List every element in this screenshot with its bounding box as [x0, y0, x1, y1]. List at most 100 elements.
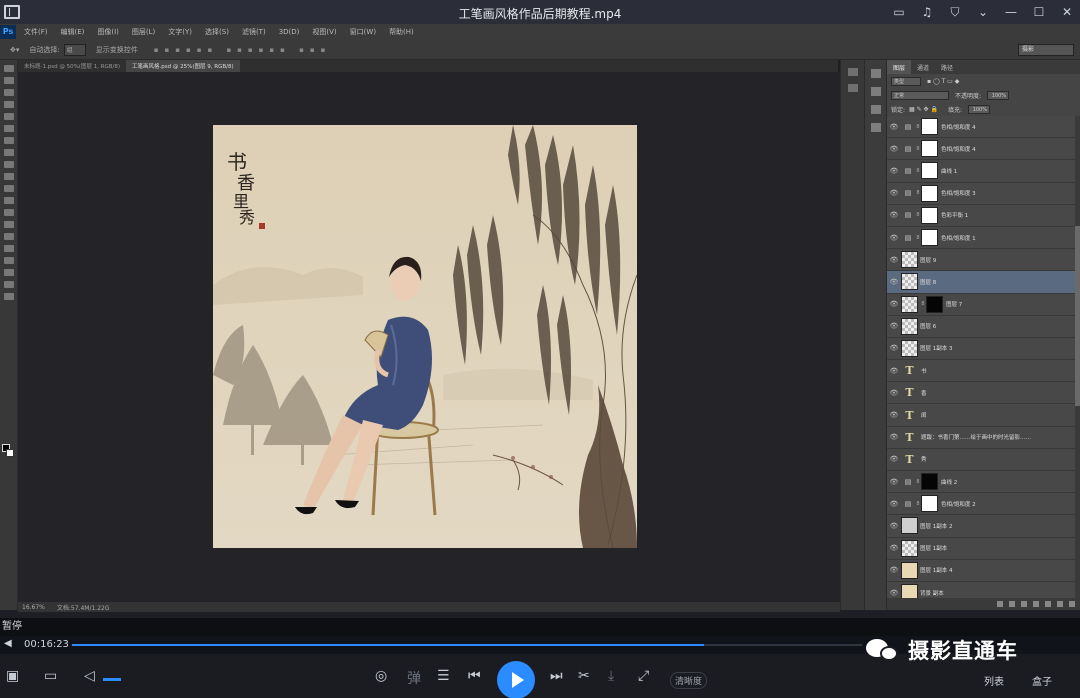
- layer-row[interactable]: 👁 图层 1副本 4: [887, 559, 1080, 582]
- layer-row[interactable]: 👁 ▤ 8 色相/饱和度 2: [887, 493, 1080, 516]
- filter-icons[interactable]: ▪ ◯ T ▭ ◆: [927, 78, 959, 85]
- layer-mask-thumbnail[interactable]: [921, 495, 938, 513]
- visibility-eye-icon[interactable]: 👁: [887, 367, 901, 375]
- layer-mask-thumbnail[interactable]: [921, 162, 938, 180]
- 3d-icon[interactable]: ◎: [375, 668, 387, 684]
- document-tab[interactable]: 未标题-1.psd @ 50%(图层 1, RGB/8): [18, 60, 126, 72]
- crop-tool-icon[interactable]: [3, 113, 14, 120]
- layer-row[interactable]: 👁 ▤ 8 色相/饱和度 1: [887, 226, 1080, 250]
- visibility-eye-icon[interactable]: 👁: [887, 478, 901, 486]
- trash-icon[interactable]: [1069, 601, 1075, 607]
- layer-thumbnail[interactable]: [901, 317, 918, 335]
- layer-row[interactable]: 👁 ▤ 8 色相/饱和度 4: [887, 138, 1080, 161]
- canvas-area[interactable]: 书 香 里 秀: [18, 72, 840, 602]
- visibility-eye-icon[interactable]: 👁: [887, 500, 901, 508]
- feedback-icon[interactable]: ▭: [890, 3, 908, 21]
- layer-row[interactable]: 👁 ▤ 8 色相/饱和度 4: [887, 116, 1080, 139]
- shape-tool-icon[interactable]: [3, 269, 14, 276]
- settings-sliders-icon[interactable]: ☰: [437, 668, 450, 684]
- new-adjustment-icon[interactable]: [1033, 601, 1039, 607]
- layer-row[interactable]: 👁 图层 1副本 3: [887, 337, 1080, 361]
- lasso-tool-icon[interactable]: [3, 89, 14, 96]
- healing-tool-icon[interactable]: [3, 137, 14, 144]
- layer-row[interactable]: 👁 图层 8: [887, 271, 1080, 294]
- menu-3d[interactable]: 3D(D): [279, 28, 300, 36]
- layer-row[interactable]: 👁 T 书: [887, 360, 1080, 383]
- visibility-eye-icon[interactable]: 👁: [887, 145, 901, 153]
- workspace-dropdown[interactable]: 摄影: [1018, 44, 1074, 56]
- bell-icon[interactable]: ♫: [918, 3, 936, 21]
- layer-thumbnail[interactable]: [901, 339, 918, 357]
- menu-select[interactable]: 选择(S): [205, 27, 229, 37]
- maximize-icon[interactable]: ☐: [1030, 3, 1048, 21]
- layer-filter-dropdown[interactable]: 类型: [891, 76, 921, 86]
- visibility-eye-icon[interactable]: 👁: [887, 123, 901, 131]
- layer-thumbnail[interactable]: [901, 251, 918, 269]
- visibility-eye-icon[interactable]: 👁: [887, 455, 901, 463]
- layers-scrollbar-thumb[interactable]: [1075, 226, 1080, 406]
- menu-filter[interactable]: 滤镜(T): [242, 27, 266, 37]
- layer-thumbnail[interactable]: [901, 561, 918, 579]
- scissors-icon[interactable]: ✂: [578, 668, 590, 684]
- link-layers-icon[interactable]: [997, 601, 1003, 607]
- opacity-input[interactable]: 100%: [987, 90, 1010, 100]
- menu-type[interactable]: 文字(Y): [168, 27, 192, 37]
- layer-row[interactable]: 👁 ▤ 8 色彩平衡 1: [887, 204, 1080, 227]
- add-mask-icon[interactable]: [1021, 601, 1027, 607]
- adjustments-panel-icon[interactable]: [870, 87, 881, 96]
- menu-window[interactable]: 窗口(W): [350, 27, 376, 37]
- visibility-eye-icon[interactable]: 👁: [887, 344, 901, 352]
- rewind-icon[interactable]: ◀: [4, 638, 12, 649]
- align-buttons[interactable]: ▪▪▪▪▪▪ ▪▪▪▪▪▪ ▪▪▪: [154, 46, 332, 54]
- new-group-icon[interactable]: [1045, 601, 1051, 607]
- visibility-eye-icon[interactable]: 👁: [887, 544, 901, 552]
- properties-panel-icon[interactable]: [847, 84, 858, 92]
- menu-layer[interactable]: 图层(L): [132, 27, 155, 37]
- visibility-eye-icon[interactable]: 👁: [887, 256, 901, 264]
- layer-row[interactable]: 👁 ▤ 8 曲线 1: [887, 160, 1080, 183]
- path-select-tool-icon[interactable]: [3, 257, 14, 264]
- pen-tool-icon[interactable]: [3, 233, 14, 240]
- layers-scrollbar[interactable]: [1075, 116, 1080, 598]
- move-tool-icon[interactable]: ✥▾: [10, 46, 19, 54]
- layer-row[interactable]: 👁 T 香: [887, 382, 1080, 405]
- layer-row[interactable]: 👁 T 闺: [887, 404, 1080, 427]
- next-icon[interactable]: ⏭: [550, 668, 563, 684]
- show-transform-checkbox[interactable]: 显示变换控件: [96, 45, 138, 55]
- document-tab-active[interactable]: 工笔画风格.psd @ 25%(图层 9, RGB/8): [126, 60, 240, 72]
- menu-edit[interactable]: 编辑(E): [61, 27, 85, 37]
- download-icon[interactable]: ⤓: [608, 668, 614, 684]
- layer-row[interactable]: 👁 T 秀: [887, 448, 1080, 471]
- minimize-icon[interactable]: —: [1002, 3, 1020, 21]
- layer-thumbnail[interactable]: [901, 295, 918, 313]
- open-folder-icon[interactable]: ▭: [44, 668, 57, 684]
- visibility-eye-icon[interactable]: 👁: [887, 433, 901, 441]
- layer-row[interactable]: 👁 背景 副本: [887, 581, 1080, 598]
- layer-row[interactable]: 👁 图层 1副本 2: [887, 515, 1080, 538]
- blend-mode-dropdown[interactable]: 正常: [891, 90, 949, 100]
- brush-tool-icon[interactable]: [3, 149, 14, 156]
- visibility-eye-icon[interactable]: 👁: [887, 389, 901, 397]
- layer-row[interactable]: 👁 ▤ 8 曲线 2: [887, 471, 1080, 494]
- marquee-tool-icon[interactable]: [3, 77, 14, 84]
- fill-input[interactable]: 100%: [967, 104, 990, 114]
- playlist-button[interactable]: 列表: [984, 673, 1004, 688]
- layer-mask-thumbnail[interactable]: [926, 295, 943, 313]
- menu-image[interactable]: 图像(I): [97, 27, 119, 37]
- tab-paths[interactable]: 路径: [935, 60, 959, 74]
- dodge-tool-icon[interactable]: [3, 221, 14, 228]
- new-layer-icon[interactable]: [1057, 601, 1063, 607]
- player-menu-icon[interactable]: [4, 5, 20, 19]
- visibility-eye-icon[interactable]: 👁: [887, 322, 901, 330]
- visibility-eye-icon[interactable]: 👁: [887, 589, 901, 597]
- layer-mask-thumbnail[interactable]: [921, 118, 938, 136]
- auto-select-checkbox[interactable]: 自动选择:: [29, 45, 59, 55]
- layer-row[interactable]: 👁 ▤ 8 色相/饱和度 3: [887, 182, 1080, 205]
- layer-row[interactable]: 👁 T 题跋：书香门第……绘于画中的时光留影……: [887, 426, 1080, 449]
- blur-tool-icon[interactable]: [3, 209, 14, 216]
- menu-file[interactable]: 文件(F): [24, 27, 48, 37]
- layer-thumbnail[interactable]: [901, 539, 918, 557]
- close-icon[interactable]: ✕: [1058, 3, 1076, 21]
- layer-row[interactable]: 👁 图层 1副本: [887, 537, 1080, 560]
- zoom-tool-icon[interactable]: [3, 293, 14, 300]
